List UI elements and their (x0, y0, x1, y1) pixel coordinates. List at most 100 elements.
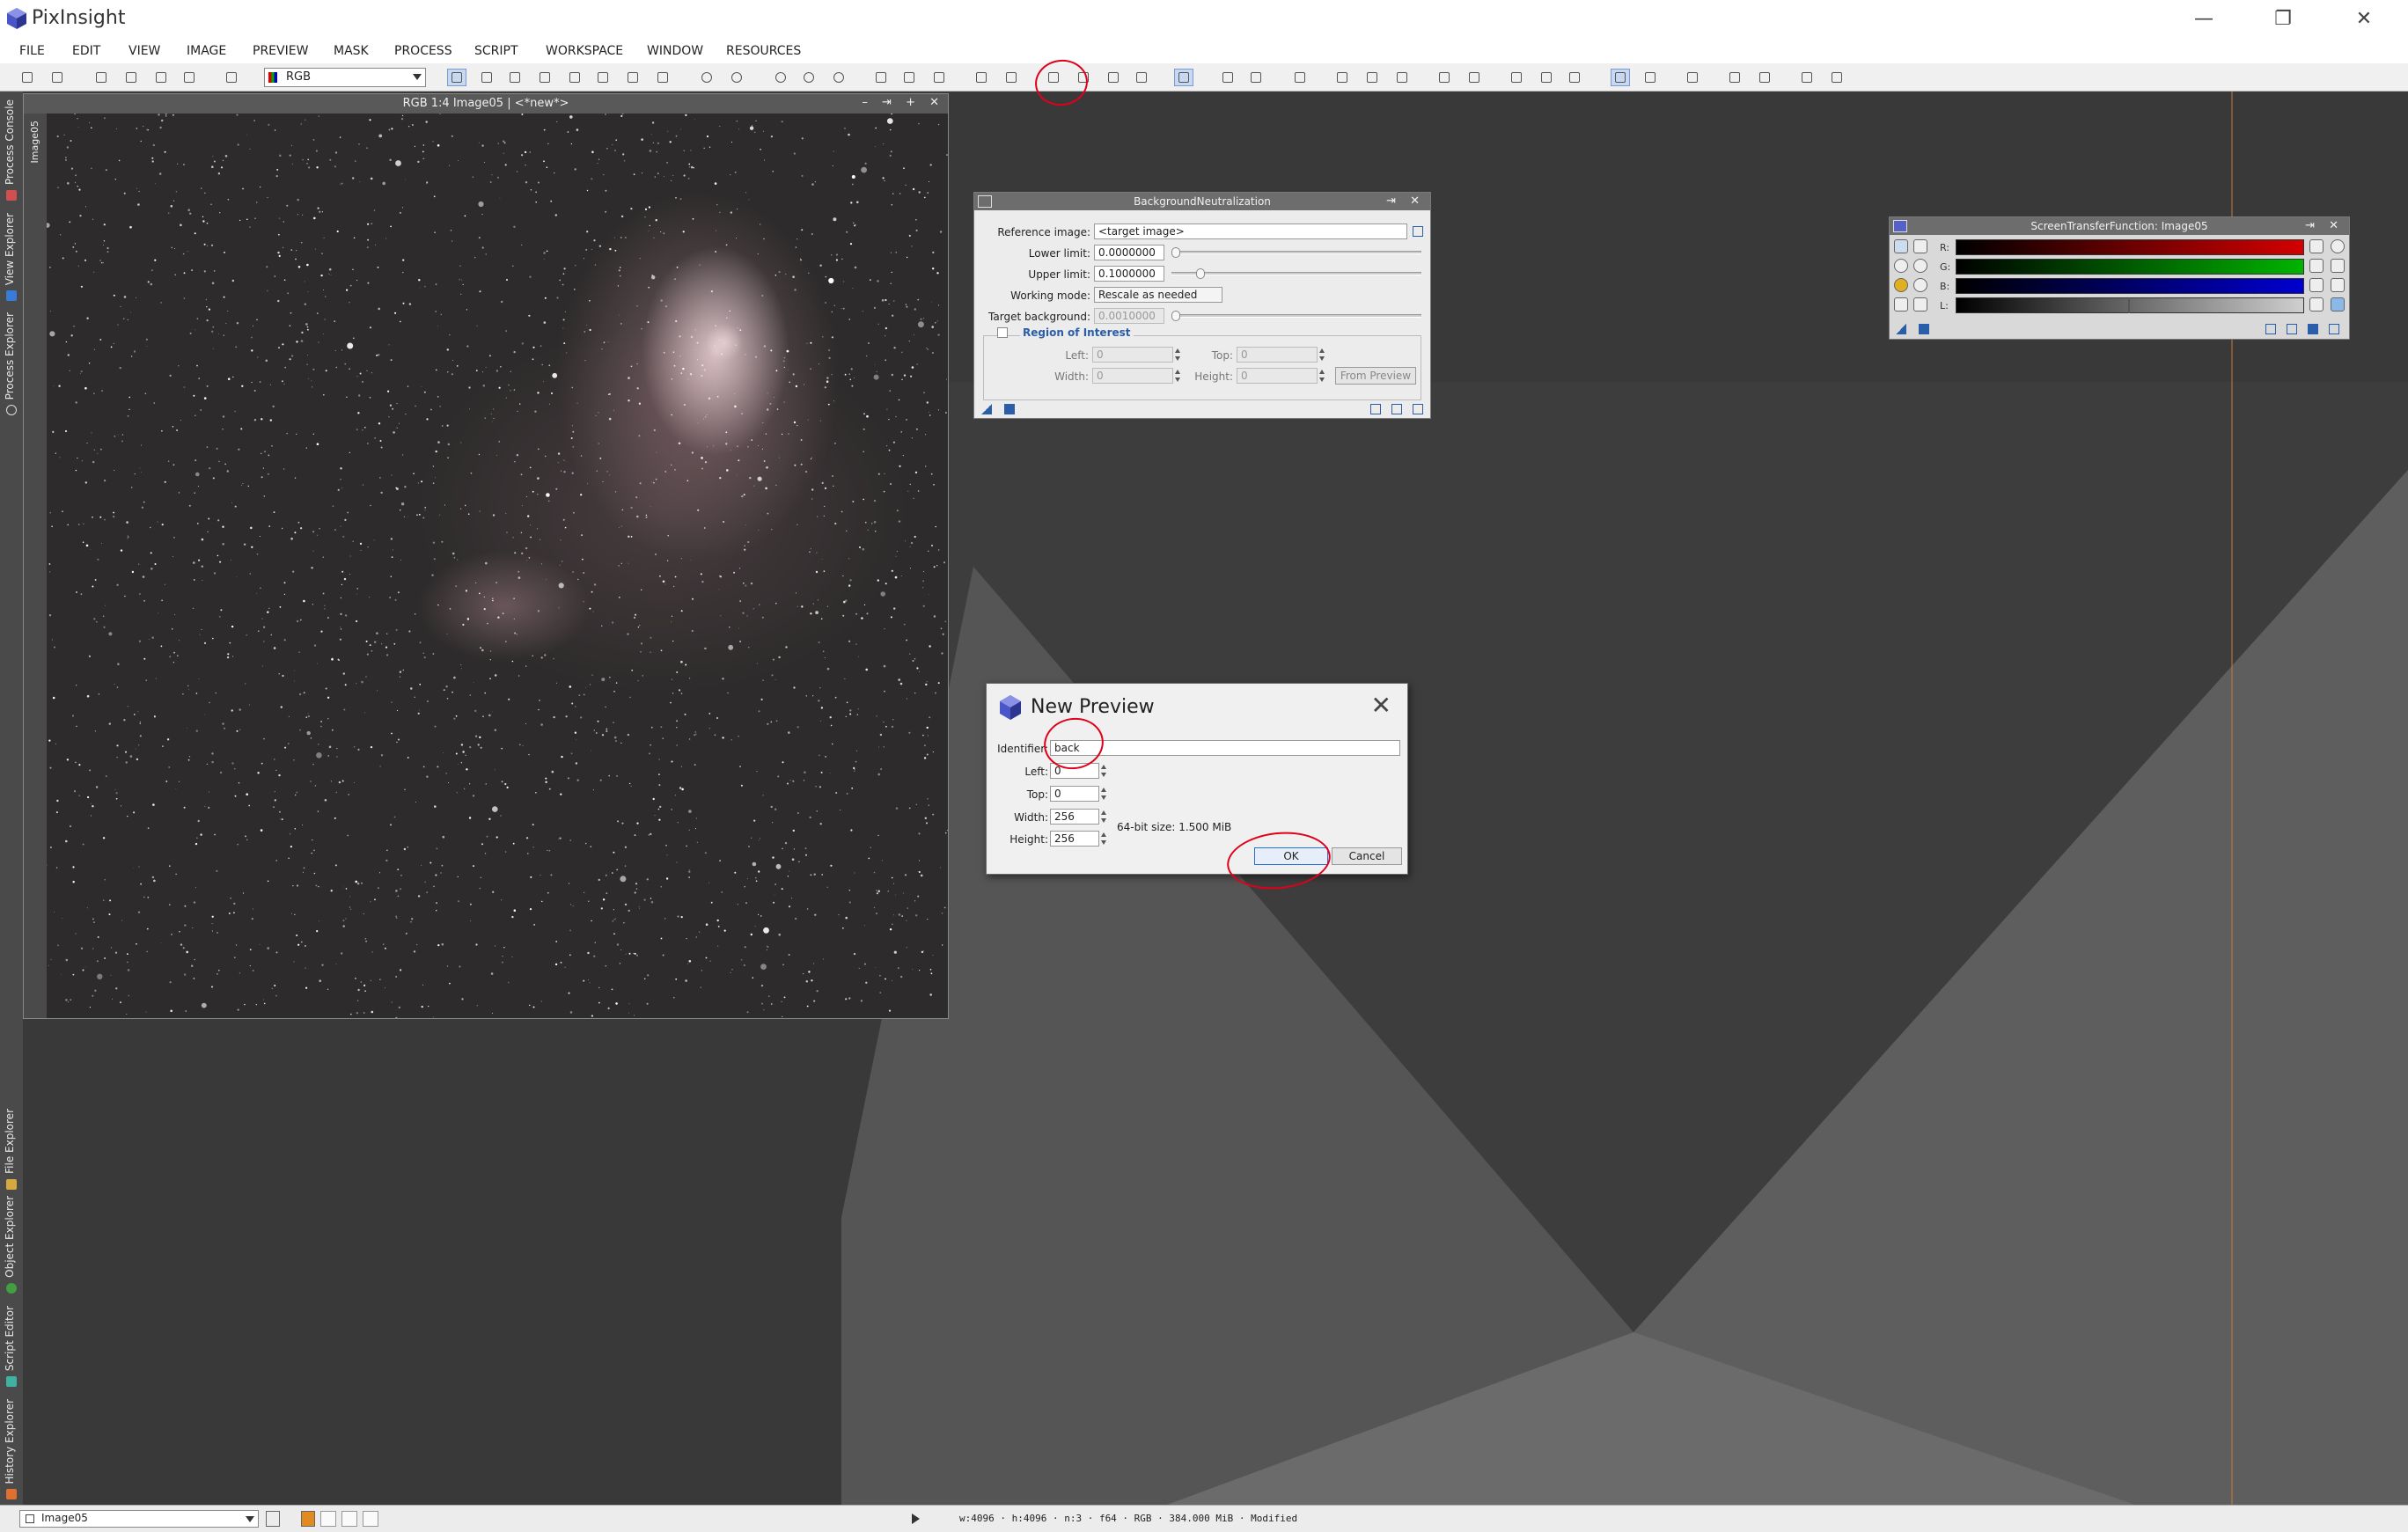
toolbar-tool-33[interactable] (1755, 69, 1774, 86)
image-window[interactable]: RGB 1:4 Image05 | <*new*> – ⇥ + ✕ Image0… (23, 93, 949, 1019)
restore-button[interactable]: ❐ (2257, 5, 2309, 33)
menu-workspace[interactable]: WORKSPACE (546, 44, 623, 58)
toolbar-tool-9[interactable] (871, 69, 891, 86)
menu-resources[interactable]: RESOURCES (726, 44, 801, 58)
spinner-icon[interactable] (1099, 831, 1108, 847)
reference-image-field[interactable]: <target image> (1094, 224, 1407, 239)
image-window-controls[interactable]: – ⇥ + ✕ (862, 96, 944, 109)
status-view-selector[interactable]: Image05 (19, 1510, 259, 1528)
redo-icon[interactable] (48, 69, 67, 86)
slider-handle[interactable] (1171, 247, 1180, 258)
toolbar-tool-20[interactable] (1290, 69, 1310, 86)
zoom-in-icon[interactable] (1894, 259, 1908, 273)
toolbar-tool-25[interactable] (1465, 69, 1484, 86)
reset-icon[interactable] (2329, 324, 2339, 334)
menu-image[interactable]: IMAGE (187, 44, 226, 58)
toolbar-tool-29[interactable] (1611, 69, 1630, 86)
tab-script-editor[interactable]: Script Editor (0, 1299, 23, 1389)
bn-window-controls[interactable]: ⇥ ✕ (1386, 193, 1425, 210)
track-view-icon[interactable] (1391, 404, 1402, 414)
spinner-icon[interactable] (1173, 347, 1182, 363)
target-background-input[interactable]: 0.0010000 (1094, 308, 1164, 324)
menu-edit[interactable]: EDIT (72, 44, 100, 58)
toolbar-tool-22[interactable] (1362, 69, 1382, 86)
toolbar-tool-7[interactable] (623, 69, 642, 86)
reset-channel-icon[interactable] (2309, 278, 2324, 292)
toolbar-tool-32[interactable] (1725, 69, 1744, 86)
pan-icon[interactable] (535, 69, 554, 86)
roi-checkbox[interactable] (997, 327, 1008, 338)
toolbar-tool-19[interactable] (1246, 69, 1266, 86)
image-canvas[interactable] (47, 114, 948, 1018)
channel-l-bar[interactable] (1956, 297, 2304, 313)
new-instance-icon[interactable] (1896, 324, 1906, 334)
menu-window[interactable]: WINDOW (647, 44, 703, 58)
tab-process-console[interactable]: Process Console (0, 97, 23, 202)
toolbar-tool-10[interactable] (899, 69, 919, 86)
close-window-button[interactable]: ✕ (2338, 5, 2390, 33)
from-preview-button[interactable]: From Preview (1335, 367, 1416, 385)
channel-b-bar[interactable] (1956, 278, 2304, 294)
zoom-fill-icon[interactable] (505, 69, 525, 86)
toolbar-tool-16[interactable] (1132, 69, 1151, 86)
toolbar-tool-5[interactable] (222, 69, 241, 86)
roi-height-input[interactable]: 0 (1237, 368, 1318, 384)
spinner-icon[interactable] (1318, 368, 1326, 384)
toolbar-tool-34[interactable] (1797, 69, 1817, 86)
stf-window-controls[interactable]: ⇥ ✕ (2305, 217, 2344, 235)
zoom-3-icon[interactable] (829, 69, 848, 86)
tab-process-explorer[interactable]: Process Explorer (0, 308, 23, 417)
minimize-button[interactable]: — (2177, 5, 2230, 33)
wrench-icon[interactable] (1894, 297, 1908, 312)
menu-script[interactable]: SCRIPT (474, 44, 518, 58)
toolbar-tool-17[interactable] (1174, 69, 1193, 86)
tab-file-explorer[interactable]: File Explorer (0, 1100, 23, 1191)
bn-title-bar[interactable]: BackgroundNeutralization ⇥ ✕ (974, 193, 1430, 210)
toolbar-tool-26[interactable] (1507, 69, 1526, 86)
zoom-in-icon[interactable] (1913, 259, 1927, 273)
slider-handle[interactable] (1171, 311, 1180, 321)
apply-icon[interactable] (1004, 404, 1015, 414)
roi-left-input[interactable]: 0 (1092, 347, 1173, 363)
close-icon[interactable]: ✕ (1371, 691, 1391, 720)
toolbar-tool-11[interactable] (929, 69, 949, 86)
browse-docs-icon[interactable] (1370, 404, 1381, 414)
crosshair-icon[interactable] (2331, 278, 2345, 292)
channel-toggle-icon[interactable] (363, 1511, 378, 1527)
channel-r-bar[interactable] (1956, 239, 2304, 255)
height-input[interactable]: 256 (1050, 831, 1099, 847)
roi-top-input[interactable]: 0 (1237, 347, 1318, 363)
channel-g-bar[interactable] (1956, 259, 2304, 275)
toolbar-tool-2[interactable] (121, 69, 141, 86)
crosshair-icon[interactable] (2331, 259, 2345, 273)
edit-mode-icon[interactable] (1913, 239, 1927, 253)
toolbar-tool-23[interactable] (1392, 69, 1412, 86)
monitor-icon[interactable] (2331, 297, 2345, 312)
select-view-icon[interactable] (1413, 226, 1423, 237)
toolbar-tool-21[interactable] (1332, 69, 1352, 86)
roi-width-input[interactable]: 0 (1092, 368, 1173, 384)
readout-mode-icon[interactable] (447, 69, 466, 86)
upper-limit-input[interactable]: 0.1000000 (1094, 266, 1164, 282)
image-window-title-bar[interactable]: RGB 1:4 Image05 | <*new*> – ⇥ + ✕ (24, 94, 948, 114)
gear-icon[interactable] (2331, 239, 2345, 253)
reset-channel-icon[interactable] (2309, 259, 2324, 273)
view-selector-combo[interactable]: RGB (264, 68, 426, 87)
menu-view[interactable]: VIEW (128, 44, 160, 58)
track-view-icon[interactable] (2287, 324, 2297, 334)
spinner-icon[interactable] (1099, 786, 1108, 802)
new-instance-icon[interactable] (981, 404, 992, 414)
lower-limit-input[interactable]: 0.0000000 (1094, 245, 1164, 260)
toolbar-tool-13[interactable] (1002, 69, 1021, 86)
zoom-2-icon[interactable] (799, 69, 819, 86)
lower-limit-slider[interactable] (1171, 247, 1421, 258)
toolbar-tool-24[interactable] (1435, 69, 1454, 86)
menu-preview[interactable]: PREVIEW (253, 44, 308, 58)
upper-limit-slider[interactable] (1171, 268, 1421, 279)
reset-icon[interactable] (1413, 404, 1423, 414)
toolbar-tool-15[interactable] (1104, 69, 1123, 86)
toolbar-tool-31[interactable] (1683, 69, 1702, 86)
undo-icon[interactable] (18, 69, 37, 86)
toolbar-tool-18[interactable] (1218, 69, 1237, 86)
cancel-button[interactable]: Cancel (1332, 847, 1402, 865)
